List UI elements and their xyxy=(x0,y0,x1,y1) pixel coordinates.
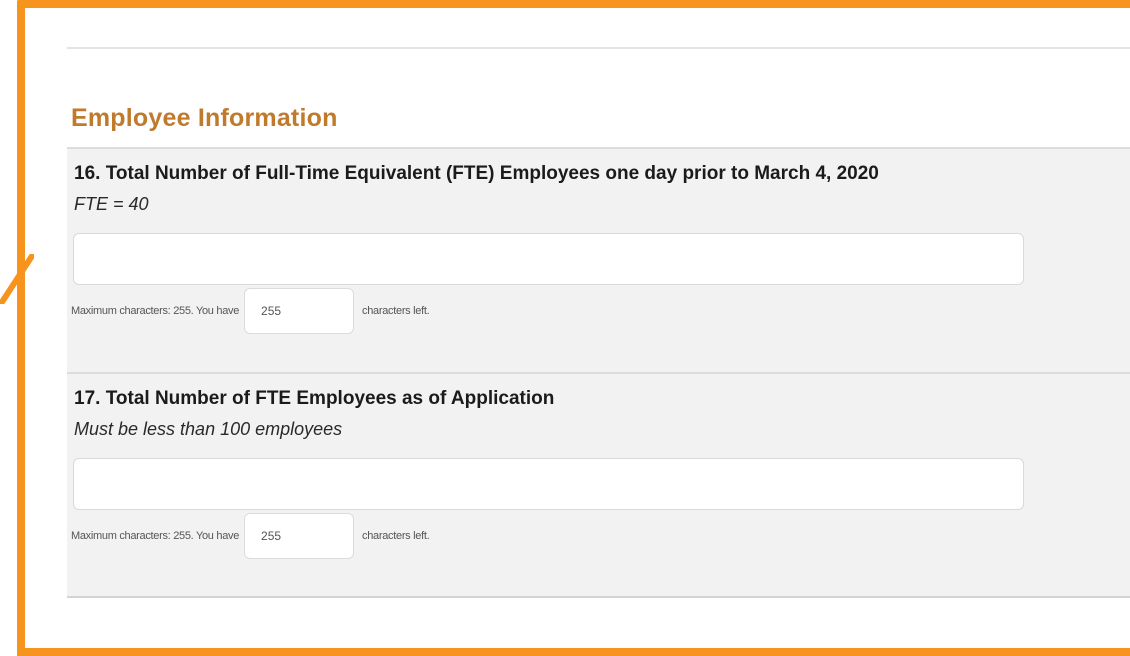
question-17-char-counter: Maximum characters: 255. You have charac… xyxy=(71,512,430,560)
char-counter-prefix: Maximum characters: 255. You have xyxy=(71,305,240,317)
char-counter-prefix: Maximum characters: 255. You have xyxy=(71,530,240,542)
question-16-block: 16. Total Number of Full-Time Equivalent… xyxy=(67,147,1130,373)
char-counter-suffix: characters left. xyxy=(362,530,430,542)
callout-pointer xyxy=(0,254,34,304)
question-16-label: 16. Total Number of Full-Time Equivalent… xyxy=(74,163,879,184)
page-bottom-area xyxy=(67,600,1130,648)
question-17-block: 17. Total Number of FTE Employees as of … xyxy=(67,372,1130,598)
question-17-label: 17. Total Number of FTE Employees as of … xyxy=(74,388,555,409)
form-page: Employee Information 16. Total Number of… xyxy=(0,0,1130,656)
characters-left-field xyxy=(244,513,355,559)
section-title: Employee Information xyxy=(71,104,338,132)
question-16-hint: FTE = 40 xyxy=(74,194,149,214)
question-17-input[interactable] xyxy=(73,458,1024,510)
question-17-hint: Must be less than 100 employees xyxy=(74,419,343,439)
question-16-input[interactable] xyxy=(73,233,1024,285)
top-divider xyxy=(67,47,1130,49)
characters-left-field xyxy=(244,288,355,334)
char-counter-suffix: characters left. xyxy=(362,305,430,317)
question-16-char-counter: Maximum characters: 255. You have charac… xyxy=(71,287,430,335)
